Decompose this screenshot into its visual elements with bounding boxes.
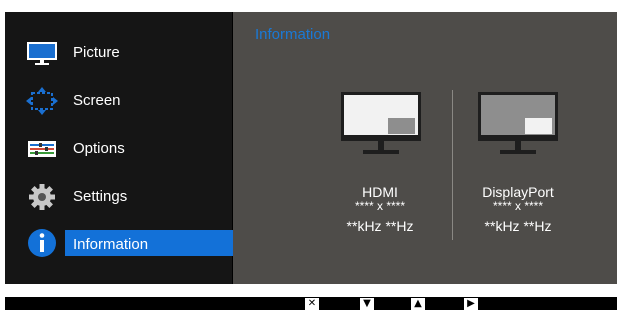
sidebar-item-label: Information	[73, 236, 149, 253]
source-resolution: **** x ****	[354, 199, 406, 213]
button-guide-bar: ✕ ▼ ▲ ▶	[5, 297, 617, 310]
information-panel: Information HDMI **** x **** **kHz **Hz …	[233, 12, 617, 284]
options-sliders-icon	[25, 134, 59, 164]
arrow-down-icon[interactable]: ▼	[360, 298, 374, 310]
sidebar-item-label: Settings	[73, 188, 128, 205]
sidebar-item-label: Options	[73, 140, 125, 157]
arrow-up-icon[interactable]: ▲	[411, 298, 425, 310]
monitor-icon	[25, 38, 59, 68]
sidebar: Picture Screen Options Settings Informat…	[5, 12, 235, 284]
screen-resize-icon	[25, 86, 59, 116]
sidebar-item-label: Screen	[73, 92, 121, 109]
source-frequency: **kHz **Hz	[484, 218, 552, 234]
source-name: HDMI	[362, 184, 398, 200]
panel-title: Information	[255, 26, 331, 43]
info-icon	[25, 226, 59, 257]
displayport-monitor-illustration	[478, 92, 558, 156]
sidebar-item-information[interactable]: Information	[21, 226, 235, 257]
close-icon[interactable]: ✕	[305, 298, 319, 310]
osd-menu: Picture Screen Options Settings Informat…	[5, 12, 617, 284]
displayport-info: DisplayPort **** x **** **kHz **Hz	[443, 184, 593, 234]
hdmi-monitor-illustration	[341, 92, 421, 156]
sidebar-item-screen[interactable]: Screen	[21, 86, 232, 116]
hdmi-info: HDMI **** x **** **kHz **Hz	[305, 184, 455, 234]
sidebar-item-label: Picture	[73, 44, 120, 61]
source-name: DisplayPort	[482, 184, 554, 200]
arrow-right-icon[interactable]: ▶	[464, 298, 478, 310]
sidebar-item-picture[interactable]: Picture	[21, 38, 232, 68]
source-frequency: **kHz **Hz	[346, 218, 414, 234]
sidebar-item-settings[interactable]: Settings	[21, 182, 232, 212]
source-resolution: **** x ****	[492, 199, 544, 213]
gear-icon	[25, 182, 59, 212]
sidebar-item-options[interactable]: Options	[21, 134, 232, 164]
